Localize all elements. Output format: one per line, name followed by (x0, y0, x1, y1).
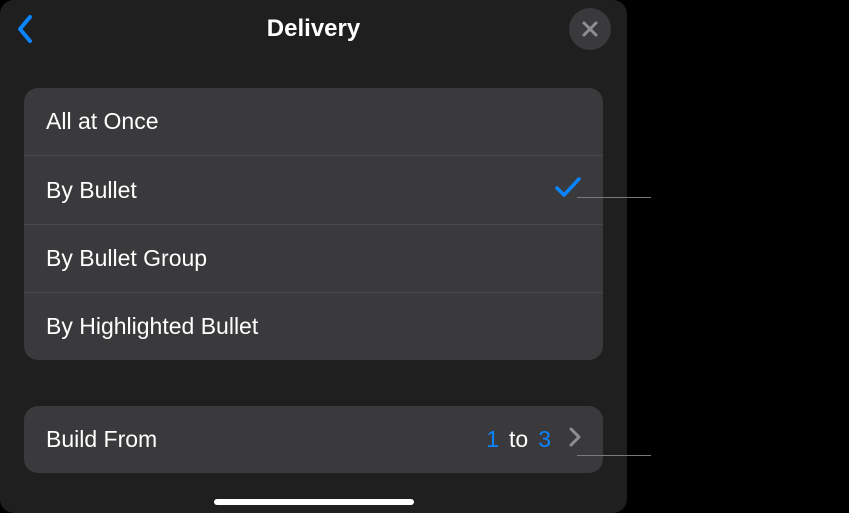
option-label: By Bullet (46, 177, 137, 204)
option-all-at-once[interactable]: All at Once (24, 88, 603, 156)
build-to-word: to (509, 426, 528, 453)
chevron-right-icon (561, 426, 581, 453)
option-label: All at Once (46, 108, 159, 135)
delivery-panel: Delivery All at Once By Bullet By (0, 0, 627, 513)
close-icon (581, 20, 599, 38)
build-from-group: Build From 1 to 3 (24, 406, 603, 473)
home-indicator[interactable] (214, 499, 414, 505)
option-by-bullet-group[interactable]: By Bullet Group (24, 225, 603, 293)
build-from-row[interactable]: Build From 1 to 3 (24, 406, 603, 473)
build-from-value: 1 to 3 (486, 426, 581, 453)
build-to-number: 3 (538, 426, 551, 453)
build-from-label: Build From (46, 426, 157, 453)
option-label: By Bullet Group (46, 245, 207, 272)
close-button[interactable] (569, 8, 611, 50)
callout-line (577, 455, 651, 456)
content: All at Once By Bullet By Bullet Group By… (0, 60, 627, 473)
chevron-left-icon (16, 15, 34, 43)
panel-title: Delivery (267, 15, 360, 43)
option-label: By Highlighted Bullet (46, 313, 258, 340)
option-by-bullet[interactable]: By Bullet (24, 156, 603, 225)
callout-line (577, 197, 651, 198)
back-button[interactable] (16, 11, 44, 47)
header: Delivery (0, 0, 627, 60)
build-from-number: 1 (486, 426, 499, 453)
checkmark-icon (555, 176, 581, 204)
option-by-highlighted-bullet[interactable]: By Highlighted Bullet (24, 293, 603, 360)
delivery-options-list: All at Once By Bullet By Bullet Group By… (24, 88, 603, 360)
